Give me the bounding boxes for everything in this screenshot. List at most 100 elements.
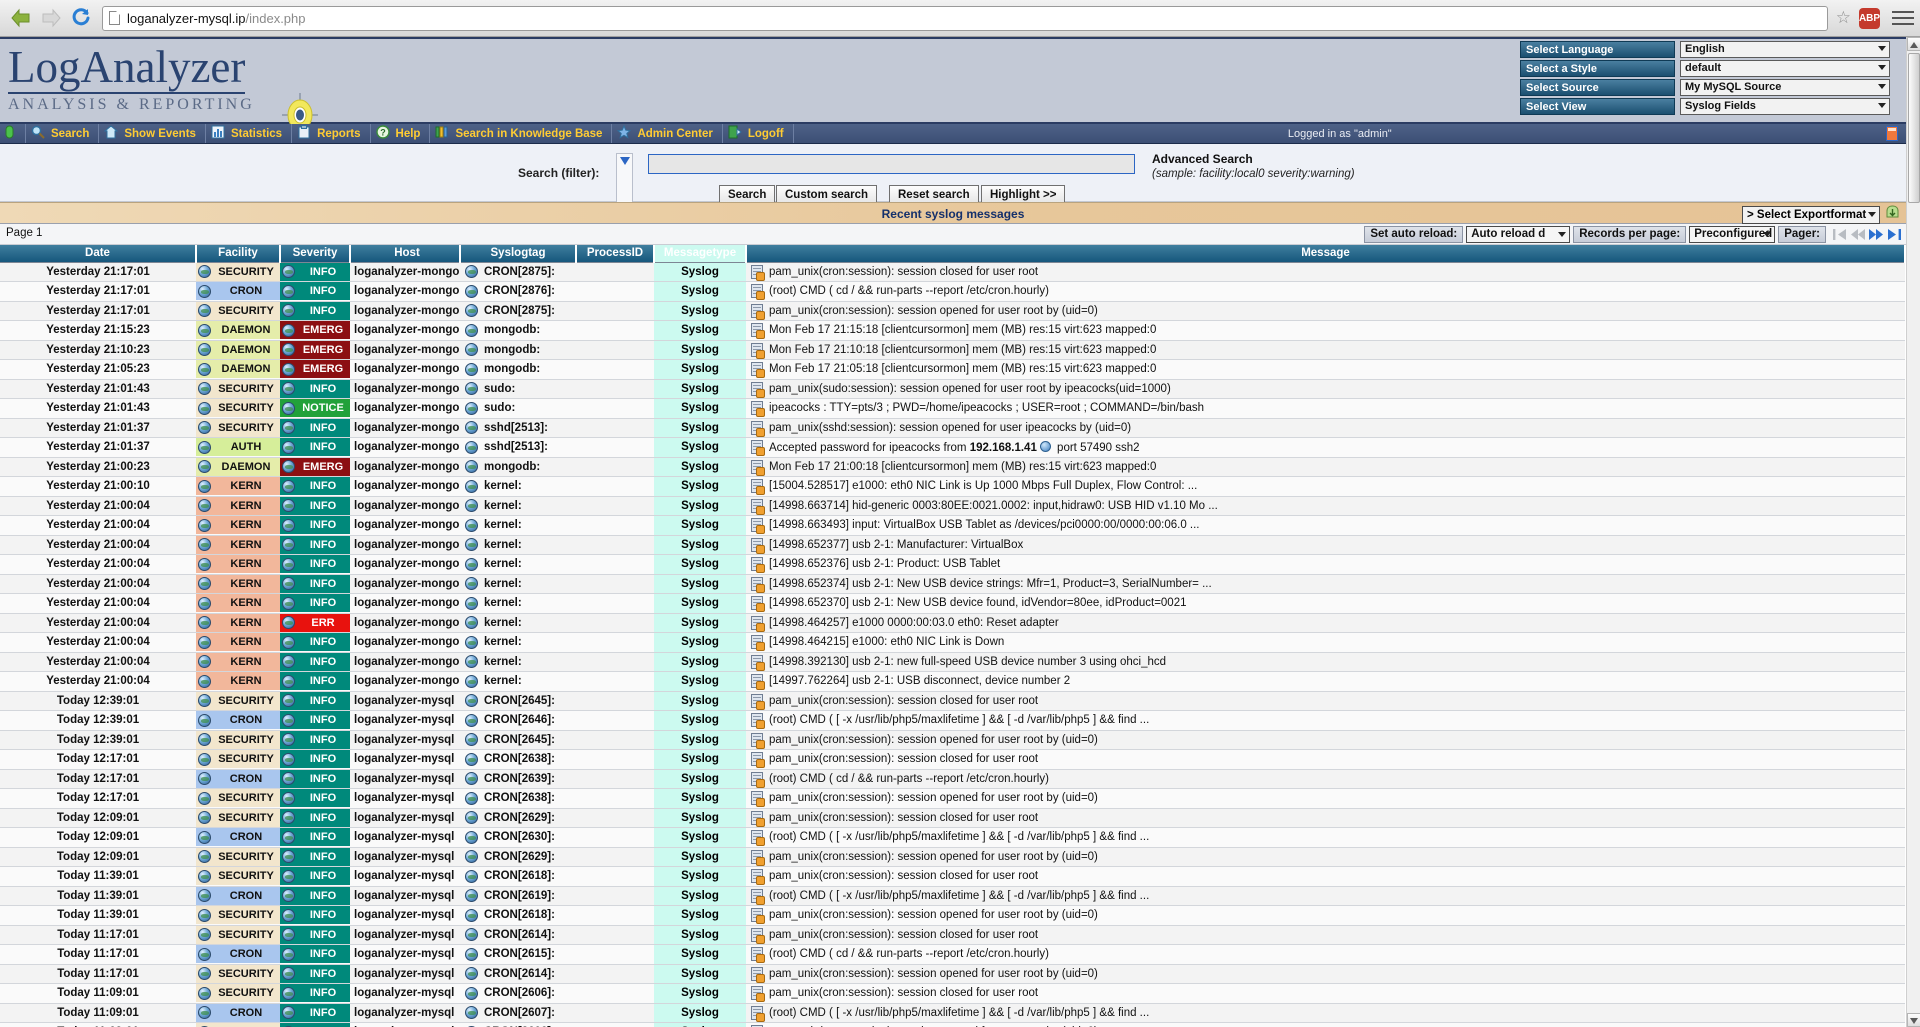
cell-host[interactable]: loganalyzer-mysql — [350, 847, 460, 867]
back-arrow-icon[interactable] — [6, 3, 36, 33]
cell-message[interactable]: pam_unix(sudo:session): session opened f… — [746, 379, 1905, 399]
scroll-up-icon[interactable] — [1907, 37, 1920, 51]
table-row[interactable]: Yesterday 21:00:23 DAEMON EMERG loganalyzer… — [0, 457, 1905, 477]
cell-facility[interactable]: CRON — [196, 710, 280, 731]
cell-host[interactable]: loganalyzer-mysql — [350, 905, 460, 926]
table-row[interactable]: Today 12:09:01 SECURITY INFO loganalyzer-my… — [0, 847, 1905, 867]
cell-severity[interactable]: INFO — [280, 886, 350, 906]
cell-message[interactable]: pam_unix(cron:session): session closed f… — [746, 925, 1905, 945]
cell-facility[interactable]: KERN — [196, 554, 280, 575]
cell-facility[interactable]: KERN — [196, 515, 280, 536]
table-row[interactable]: Today 11:09:01 CRON INFO loganalyzer-mysql C… — [0, 1003, 1905, 1023]
cell-facility[interactable]: SECURITY — [196, 398, 280, 419]
cell-host[interactable]: loganalyzer-mongo — [350, 340, 460, 360]
cell-severity[interactable]: INFO — [280, 827, 350, 848]
column-header-facility[interactable]: Facility — [196, 245, 281, 263]
cell-host[interactable]: loganalyzer-mongo — [350, 632, 460, 653]
cell-syslogtag[interactable]: kernel: — [460, 535, 576, 555]
cell-facility[interactable]: CRON — [196, 827, 280, 848]
table-row[interactable]: Yesterday 21:05:23 DAEMON EMERG loganalyzer… — [0, 359, 1905, 380]
cell-facility[interactable]: SECURITY — [196, 691, 280, 711]
cell-severity[interactable]: INFO — [280, 593, 350, 614]
message-detail-icon[interactable] — [751, 849, 765, 866]
cell-facility[interactable]: SECURITY — [196, 262, 280, 282]
nav-home-indicator[interactable] — [0, 124, 26, 143]
table-row[interactable]: Yesterday 21:01:37 AUTH INFO loganalyzer-mo… — [0, 437, 1905, 458]
cell-message[interactable]: pam_unix(cron:session): session opened f… — [746, 905, 1905, 926]
table-row[interactable]: Today 12:39:01 SECURITY INFO loganalyzer-my… — [0, 730, 1905, 750]
cell-message[interactable]: (root) CMD ( [ -x /usr/lib/php5/maxlifet… — [746, 1003, 1905, 1023]
cell-host[interactable]: loganalyzer-mysql — [350, 710, 460, 731]
table-row[interactable]: Yesterday 21:00:04 KERN INFO loganalyzer-mo… — [0, 652, 1905, 672]
cell-facility[interactable]: DAEMON — [196, 320, 280, 341]
cell-message[interactable]: [14998.663714] hid-generic 0003:80EE:002… — [746, 496, 1905, 516]
cell-severity[interactable]: INFO — [280, 301, 350, 321]
cell-syslogtag[interactable]: kernel: — [460, 476, 576, 497]
cell-severity[interactable]: INFO — [280, 496, 350, 516]
message-detail-icon[interactable] — [751, 303, 765, 320]
cell-host[interactable]: loganalyzer-mysql — [350, 769, 460, 789]
cell-facility[interactable]: SECURITY — [196, 730, 280, 750]
nav-item-knowledge-base[interactable]: Search in Knowledge Base — [430, 124, 613, 143]
cell-host[interactable]: loganalyzer-mongo — [350, 574, 460, 594]
message-detail-icon[interactable] — [751, 284, 765, 301]
cell-syslogtag[interactable]: CRON[2606]: — [460, 1022, 576, 1027]
table-row[interactable]: Today 12:09:01 SECURITY INFO loganalyzer-my… — [0, 808, 1905, 828]
cell-syslogtag[interactable]: CRON[2875]: — [460, 262, 576, 282]
cell-facility[interactable]: SECURITY — [196, 749, 280, 770]
table-row[interactable]: Yesterday 21:00:04 KERN INFO loganalyzer-mo… — [0, 515, 1905, 536]
cell-syslogtag[interactable]: CRON[2630]: — [460, 827, 576, 848]
cell-message[interactable]: Mon Feb 17 21:10:18 [clientcursormon] me… — [746, 340, 1905, 360]
cell-facility[interactable]: KERN — [196, 496, 280, 516]
cell-severity[interactable]: INFO — [280, 788, 350, 809]
message-detail-icon[interactable] — [751, 869, 765, 886]
cell-message[interactable]: pam_unix(cron:session): session opened f… — [746, 1022, 1905, 1027]
hamburger-menu-icon[interactable] — [1892, 7, 1914, 29]
cell-facility[interactable]: DAEMON — [196, 359, 280, 380]
cell-message[interactable]: pam_unix(cron:session): session closed f… — [746, 262, 1905, 282]
select-language-dropdown[interactable]: English — [1680, 41, 1890, 58]
message-detail-icon[interactable] — [751, 693, 765, 710]
cell-facility[interactable]: KERN — [196, 535, 280, 555]
cell-message[interactable]: pam_unix(cron:session): session opened f… — [746, 301, 1905, 321]
cell-host[interactable]: loganalyzer-mongo — [350, 476, 460, 497]
address-bar[interactable]: loganalyzer-mysql.ip/index.php — [102, 5, 1828, 31]
cell-facility[interactable]: CRON — [196, 281, 280, 302]
cell-host[interactable]: loganalyzer-mysql — [350, 886, 460, 906]
message-detail-icon[interactable] — [751, 908, 765, 925]
scrollbar-thumb[interactable] — [1908, 53, 1920, 203]
message-detail-icon[interactable] — [751, 537, 765, 554]
scroll-down-icon[interactable] — [1907, 1013, 1920, 1027]
cell-host[interactable]: loganalyzer-mongo — [350, 496, 460, 516]
message-detail-icon[interactable] — [751, 791, 765, 808]
cell-facility[interactable]: SECURITY — [196, 866, 280, 887]
cell-syslogtag[interactable]: mongodb: — [460, 320, 576, 341]
cell-host[interactable]: loganalyzer-mysql — [350, 944, 460, 965]
cell-host[interactable]: loganalyzer-mysql — [350, 866, 460, 887]
cell-severity[interactable]: INFO — [280, 379, 350, 399]
cell-message[interactable]: (root) CMD ( cd / && run-parts --report … — [746, 281, 1905, 302]
cell-syslogtag[interactable]: CRON[2629]: — [460, 847, 576, 867]
message-detail-icon[interactable] — [751, 557, 765, 574]
message-detail-icon[interactable] — [751, 401, 765, 418]
cell-severity[interactable]: INFO — [280, 983, 350, 1004]
table-row[interactable]: Yesterday 21:00:04 KERN INFO loganalyzer-mo… — [0, 593, 1905, 614]
cell-host[interactable]: loganalyzer-mongo — [350, 301, 460, 321]
cell-facility[interactable]: CRON — [196, 769, 280, 789]
cell-severity[interactable]: INFO — [280, 281, 350, 302]
table-row[interactable]: Today 11:39:01 SECURITY INFO loganalyzer-my… — [0, 905, 1905, 926]
cell-syslogtag[interactable]: sudo: — [460, 379, 576, 399]
cell-severity[interactable]: INFO — [280, 554, 350, 575]
cell-severity[interactable]: INFO — [280, 262, 350, 282]
cell-severity[interactable]: INFO — [280, 691, 350, 711]
search-history-dropdown[interactable] — [616, 153, 633, 205]
cell-syslogtag[interactable]: kernel: — [460, 632, 576, 653]
cell-severity[interactable]: INFO — [280, 847, 350, 867]
cell-syslogtag[interactable]: CRON[2638]: — [460, 749, 576, 770]
cell-syslogtag[interactable]: CRON[2639]: — [460, 769, 576, 789]
cell-syslogtag[interactable]: CRON[2614]: — [460, 964, 576, 984]
cell-message[interactable]: [14998.652376] usb 2-1: Product: USB Tab… — [746, 554, 1905, 575]
column-header-messagetype[interactable]: Messagetype — [654, 245, 747, 263]
column-header-message[interactable]: Message — [746, 245, 1906, 263]
table-row[interactable]: Yesterday 21:10:23 DAEMON EMERG loganalyzer… — [0, 340, 1905, 360]
